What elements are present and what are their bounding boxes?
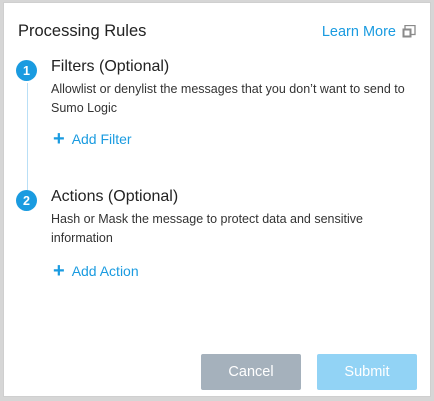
step-description: Hash or Mask the message to protect data… (51, 212, 363, 245)
step-number-badge: 2 (16, 190, 37, 211)
plus-icon: + (53, 260, 65, 282)
step-title: Filters (Optional) (51, 58, 170, 75)
cancel-button[interactable]: Cancel (201, 354, 301, 390)
add-filter-button[interactable]: + Add Filter (53, 128, 132, 150)
steps-connector-line (27, 83, 28, 191)
learn-more-link[interactable]: Learn More (322, 24, 416, 40)
step-title: Actions (Optional) (51, 188, 179, 205)
page-title: Processing Rules (18, 22, 147, 40)
step-number-badge: 1 (16, 60, 37, 81)
step-description: Allowlist or denylist the messages that … (51, 82, 405, 115)
processing-rules-panel: Processing Rules Learn More 1 Filters (O… (3, 2, 431, 397)
plus-icon: + (53, 128, 65, 150)
submit-button[interactable]: Submit (317, 354, 417, 390)
panel-header: Processing Rules Learn More (18, 22, 416, 41)
add-action-label: Add Action (71, 263, 139, 279)
add-action-button[interactable]: + Add Action (53, 260, 139, 282)
add-filter-label: Add Filter (71, 131, 132, 147)
learn-more-label: Learn More (321, 23, 396, 40)
external-link-icon (402, 25, 416, 38)
